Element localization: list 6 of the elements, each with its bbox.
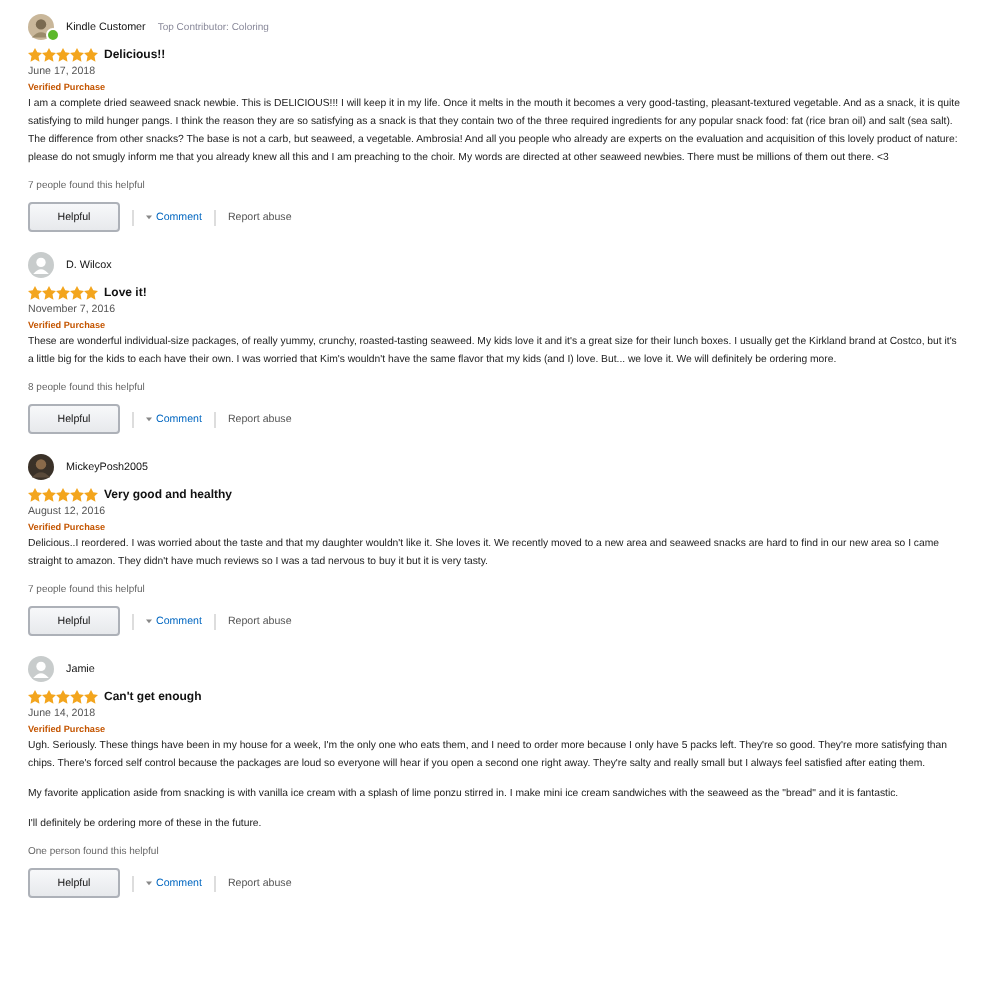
avatar-silhouette-icon (28, 656, 54, 682)
caret-icon (146, 880, 152, 886)
caret-icon (146, 214, 152, 220)
caret-icon (146, 416, 152, 422)
caret-icon (146, 618, 152, 624)
avatar-silhouette-icon (28, 252, 54, 278)
